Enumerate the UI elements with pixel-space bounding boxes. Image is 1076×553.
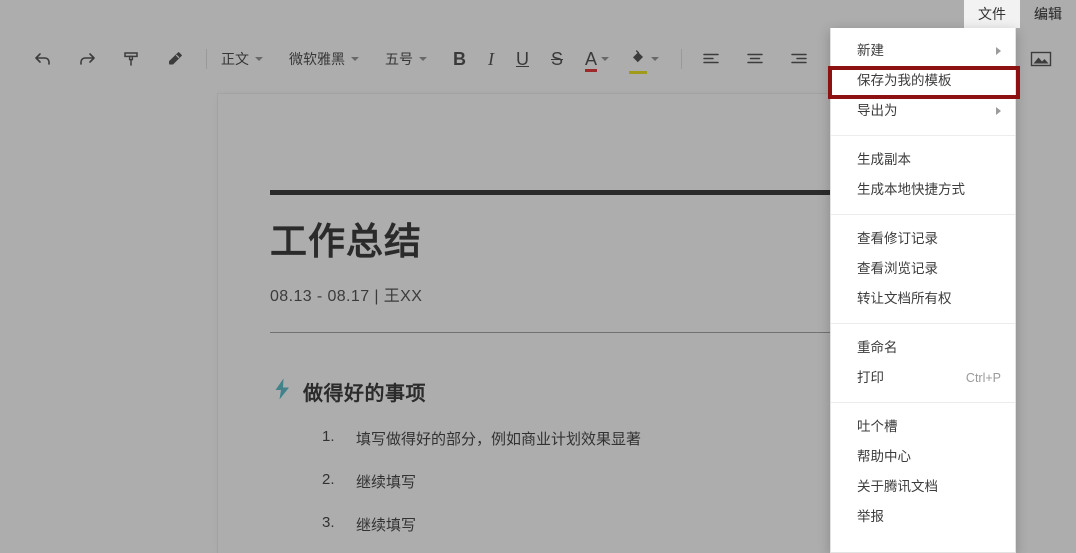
menu-item-export-as[interactable]: 导出为 bbox=[831, 96, 1015, 126]
clear-format-icon[interactable] bbox=[160, 44, 190, 74]
align-left-icon[interactable] bbox=[696, 44, 726, 74]
menu-item-help-center[interactable]: 帮助中心 bbox=[831, 442, 1015, 472]
menu-item-label: 生成本地快捷方式 bbox=[857, 182, 965, 197]
menu-item-label: 帮助中心 bbox=[857, 449, 911, 464]
toolbar-divider bbox=[206, 49, 207, 69]
list-item-number: 1. bbox=[322, 427, 335, 445]
text-color-button[interactable]: A bbox=[585, 49, 610, 72]
list-item[interactable]: 3. 继续填写 bbox=[322, 514, 906, 535]
menu-item-view-browse-history[interactable]: 查看浏览记录 bbox=[831, 254, 1015, 284]
menu-item-view-revision-history[interactable]: 查看修订记录 bbox=[831, 224, 1015, 254]
font-family-select[interactable]: 微软雅黑 bbox=[289, 49, 359, 69]
menu-bar: 文件 编辑 bbox=[0, 0, 1076, 28]
menu-divider bbox=[831, 135, 1015, 136]
chevron-right-icon bbox=[996, 47, 1001, 55]
chevron-down-icon bbox=[601, 57, 610, 61]
text-color-icon: A bbox=[585, 49, 598, 72]
chevron-down-icon bbox=[255, 57, 263, 61]
italic-button[interactable]: I bbox=[488, 49, 494, 70]
list-item-text: 继续填写 bbox=[356, 473, 417, 491]
menu-edit-foreground[interactable]: 编辑 bbox=[1020, 0, 1076, 28]
align-right-icon[interactable] bbox=[784, 44, 814, 74]
menu-item-label: 新建 bbox=[857, 43, 884, 58]
menu-item-label: 关于腾讯文档 bbox=[857, 479, 938, 494]
menu-item-label: 打印 bbox=[857, 370, 884, 385]
menu-item-report[interactable]: 举报 bbox=[831, 502, 1015, 532]
menu-item-label: 重命名 bbox=[857, 340, 898, 355]
menu-item-label: 生成副本 bbox=[857, 152, 911, 167]
lightning-bolt-icon bbox=[274, 378, 291, 405]
menu-item-feedback[interactable]: 吐个槽 bbox=[831, 412, 1015, 442]
menu-item-create-local-shortcut[interactable]: 生成本地快捷方式 bbox=[831, 175, 1015, 205]
menu-item-shortcut: Ctrl+P bbox=[965, 371, 1001, 385]
font-family-value: 微软雅黑 bbox=[289, 51, 345, 67]
list-item[interactable]: 2. 继续填写 bbox=[322, 471, 906, 492]
document-title: 工作总结 bbox=[270, 221, 422, 262]
title-bottom-rule bbox=[270, 331, 906, 333]
list-item-text: 继续填写 bbox=[356, 516, 417, 534]
section-list: 1. 填写做得好的部分，例如商业计划效果显著 2. 继续填写 3. 继续填写 bbox=[322, 428, 906, 535]
chevron-down-icon bbox=[651, 57, 660, 61]
section-title: 做得好的事项 bbox=[303, 382, 426, 405]
menu-file-active[interactable]: 文件 bbox=[964, 0, 1020, 28]
chevron-right-icon bbox=[996, 107, 1001, 115]
format-painter-icon[interactable] bbox=[116, 44, 146, 74]
menu-item-label: 保存为我的模板 bbox=[857, 73, 952, 88]
paragraph-style-select[interactable]: 正文 bbox=[221, 49, 263, 69]
menu-divider bbox=[831, 323, 1015, 324]
section-header: 做得好的事项 bbox=[274, 377, 906, 406]
insert-image-icon[interactable] bbox=[1026, 44, 1056, 74]
file-dropdown-menu: 新建 保存为我的模板 导出为 生成副本 生成本地快捷方式 查看修订记录 查看浏览… bbox=[830, 28, 1016, 553]
list-item[interactable]: 1. 填写做得好的部分，例如商业计划效果显著 bbox=[322, 428, 906, 449]
menu-item-print[interactable]: 打印 Ctrl+P bbox=[831, 363, 1015, 393]
menu-item-transfer-ownership[interactable]: 转让文档所有权 bbox=[831, 284, 1015, 314]
list-item-number: 2. bbox=[322, 470, 335, 488]
underline-button[interactable]: U bbox=[516, 49, 529, 70]
paragraph-style-value: 正文 bbox=[221, 51, 249, 67]
bold-button[interactable]: B bbox=[453, 49, 466, 70]
chevron-down-icon bbox=[351, 57, 359, 61]
chevron-down-icon bbox=[419, 57, 427, 61]
menu-item-label: 导出为 bbox=[857, 103, 898, 118]
font-size-value: 五号 bbox=[385, 51, 413, 67]
menu-item-about-tencent-docs[interactable]: 关于腾讯文档 bbox=[831, 472, 1015, 502]
menu-item-make-a-copy[interactable]: 生成副本 bbox=[831, 145, 1015, 175]
font-size-select[interactable]: 五号 bbox=[385, 49, 427, 69]
title-top-rule bbox=[270, 190, 906, 195]
menu-item-new[interactable]: 新建 bbox=[831, 36, 1015, 66]
menu-divider bbox=[831, 402, 1015, 403]
menu-item-label: 查看浏览记录 bbox=[857, 261, 938, 276]
document-subtitle: 08.13 - 08.17 | 王XX bbox=[270, 287, 423, 305]
menu-item-label: 吐个槽 bbox=[857, 419, 898, 434]
menu-item-label: 查看修订记录 bbox=[857, 231, 938, 246]
list-item-text: 填写做得好的部分，例如商业计划效果显著 bbox=[356, 430, 642, 448]
toolbar-divider bbox=[681, 49, 683, 69]
menu-item-label: 转让文档所有权 bbox=[857, 291, 952, 306]
app-root: 文件 编辑 bbox=[0, 0, 1076, 553]
highlight-color-button[interactable] bbox=[629, 48, 660, 74]
undo-icon[interactable] bbox=[28, 44, 58, 74]
align-center-icon[interactable] bbox=[740, 44, 770, 74]
paint-bucket-icon bbox=[629, 48, 648, 74]
strikethrough-button[interactable]: S bbox=[551, 49, 563, 70]
menu-bar-foreground: 文件 编辑 bbox=[964, 0, 1076, 28]
redo-icon[interactable] bbox=[72, 44, 102, 74]
menu-item-save-as-my-template[interactable]: 保存为我的模板 bbox=[831, 66, 1015, 96]
list-item-number: 3. bbox=[322, 513, 335, 531]
menu-item-rename[interactable]: 重命名 bbox=[831, 333, 1015, 363]
menu-divider bbox=[831, 214, 1015, 215]
menu-item-label: 举报 bbox=[857, 509, 884, 524]
